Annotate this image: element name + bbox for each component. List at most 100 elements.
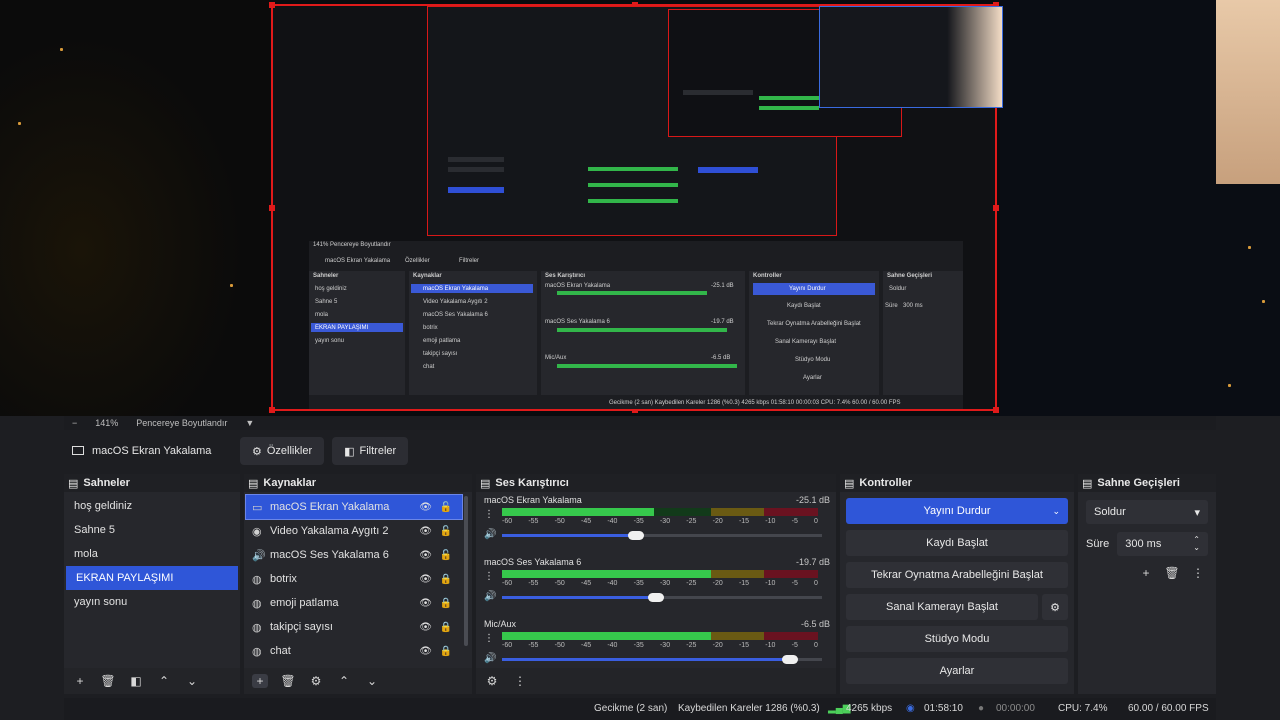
scale-mode-dropdown[interactable]: ▼ [245,418,254,428]
gear-icon[interactable]: ⚙ [308,674,324,688]
lock-icon[interactable]: 🔒 [440,646,452,657]
nested-capture [427,6,902,236]
speaker-icon[interactable]: 🔊 [484,653,496,664]
scene-item[interactable]: Sahne 5 [64,518,240,542]
lock-icon[interactable]: 🔒 [440,598,452,609]
source-item[interactable]: ◉ Video Yakalama Aygıtı 2 👁 🔓 [246,519,462,543]
studio-mode-button[interactable]: Stüdyo Modu [846,626,1068,652]
eye-icon[interactable]: 👁 [419,502,432,513]
add-source-button[interactable]: + [252,674,268,688]
properties-button[interactable]: ⚙ Özellikler [240,437,325,465]
trash-icon[interactable]: 🗑 [280,674,296,688]
eye-icon[interactable]: 👁 [419,646,432,657]
tick-label: -15 [738,518,750,525]
volume-knob[interactable] [647,593,664,602]
start-virtual-camera-button[interactable]: Sanal Kamerayı Başlat [846,594,1038,620]
resize-handle[interactable] [993,407,999,413]
duration-input[interactable]: 300 ms ⌃ ⌄ [1117,532,1208,556]
channel-menu-icon[interactable]: ⋮ [484,633,494,644]
screen-capture-selection[interactable]: 141% Pencereye Boyutlandır macOS Ekran Y… [269,2,1003,413]
mixer-channel-header: Mic/Aux -6.5 dB [484,619,830,629]
scene-item[interactable]: hoş geldiniz [64,494,240,518]
current-source: macOS Ekran Yakalama [72,445,232,457]
dock-icon: ▤ [480,477,491,490]
eye-icon[interactable]: 👁 [419,574,432,585]
tick-label: -25 [686,518,697,525]
move-up-button[interactable]: ⌃ [336,674,352,688]
virtual-camera-settings-button[interactable]: ⚙ [1042,594,1068,620]
resize-handle[interactable] [269,2,275,8]
speaker-icon[interactable]: 🔊 [484,591,496,602]
eye-icon[interactable]: 👁 [419,526,432,537]
scene-filters-button[interactable]: ◧ [128,674,144,688]
tick-label: -25 [686,580,697,587]
filters-button[interactable]: ◧ Filtreler [332,437,409,465]
sources-scrollbar[interactable] [464,496,468,646]
resize-handle[interactable] [269,407,275,413]
source-item[interactable]: ◍ emoji patlama 👁 🔒 [246,591,462,615]
eye-icon[interactable]: 👁 [419,622,432,633]
tick-label: -35 [633,580,644,587]
tick-label: -40 [607,642,618,649]
camera-icon: ◉ [252,525,262,538]
spinner-icon[interactable]: ⌃ ⌄ [1193,536,1200,552]
scenes-title: ▤ Sahneler [64,474,240,492]
volume-slider[interactable] [502,593,822,602]
zoom-out-button[interactable]: − [72,418,77,428]
add-transition-button[interactable]: + [1138,566,1154,580]
scene-item-selected[interactable]: EKRAN PAYLAŞIMI [66,566,238,590]
trash-icon[interactable]: 🗑 [100,674,116,688]
tick-label: -60 [502,642,513,649]
tick-label: -55 [528,580,539,587]
stop-streaming-button[interactable]: Yayını Durdur ⌄ [846,498,1068,524]
scene-transitions-dock: ▤ Sahne Geçişleri Soldur ▾ Süre 300 ms ⌃ ⌄… [1078,474,1216,694]
scene-item[interactable]: yayın sonu [64,590,240,614]
speaker-icon[interactable]: 🔊 [484,529,496,540]
trash-icon[interactable]: 🗑 [1164,566,1180,580]
source-item[interactable]: ◍ chat 👁 🔒 [246,639,462,663]
unlock-icon[interactable]: 🔓 [440,550,452,561]
move-down-button[interactable]: ⌄ [184,674,200,688]
volume-knob[interactable] [782,655,798,664]
channel-menu-icon[interactable]: ⋮ [484,509,494,520]
lock-icon[interactable]: 🔒 [440,622,452,633]
volume-slider[interactable] [502,655,822,664]
speaker-icon: 🔊 [252,549,266,562]
add-scene-button[interactable]: + [72,674,88,688]
resize-handle[interactable] [993,205,999,211]
source-item[interactable]: ◍ botrix 👁 🔒 [246,567,462,591]
gear-icon[interactable]: ⚙ [484,674,500,688]
eye-icon[interactable]: 👁 [419,550,432,561]
tick-label: -40 [607,518,618,525]
sparkle [1262,300,1265,303]
globe-icon: ◍ [252,597,262,610]
channel-menu-icon[interactable]: ⋮ [484,571,494,582]
scene-item[interactable]: mola [64,542,240,566]
tick-label: -15 [738,642,750,649]
sources-dock: ▤ Kaynaklar ▭ macOS Ekran Yakalama 👁 🔓 ◉ … [244,474,472,694]
eye-icon[interactable]: 👁 [419,598,432,609]
volume-slider[interactable] [502,531,822,540]
move-down-button[interactable]: ⌄ [364,674,380,688]
volume-knob[interactable] [628,531,645,540]
program-preview[interactable]: 141% Pencereye Boyutlandır macOS Ekran Y… [0,0,1280,416]
source-item-selected[interactable]: ▭ macOS Ekran Yakalama 👁 🔓 [245,494,463,520]
more-vertical-icon[interactable]: ⋮ [512,674,528,688]
source-item[interactable]: 🔊 macOS Ses Yakalama 6 👁 🔓 [246,543,462,567]
more-vertical-icon[interactable]: ⋮ [1190,566,1206,580]
channel-db: -25.1 dB [795,495,830,505]
lock-icon[interactable]: 🔒 [440,574,452,585]
unlock-icon[interactable]: 🔓 [440,526,452,537]
settings-button[interactable]: Ayarlar [846,658,1068,684]
mixer-channel: macOS Ekran Yakalama -25.1 dB ⋮ -60 -55 -50 -4… [476,492,836,554]
sparkle [18,122,21,125]
move-up-button[interactable]: ⌃ [156,674,172,688]
tick-label: -15 [738,580,750,587]
chevron-down-icon[interactable]: ⌄ [1052,506,1060,517]
start-replay-buffer-button[interactable]: Tekrar Oynatma Arabelleğini Başlat [846,562,1068,588]
unlock-icon[interactable]: 🔓 [440,502,452,513]
source-item[interactable]: ◍ takipçi sayısı 👁 🔒 [246,615,462,639]
start-recording-button[interactable]: Kaydı Başlat [846,530,1068,556]
transition-select[interactable]: Soldur ▾ [1086,500,1208,524]
resize-handle[interactable] [269,205,275,211]
